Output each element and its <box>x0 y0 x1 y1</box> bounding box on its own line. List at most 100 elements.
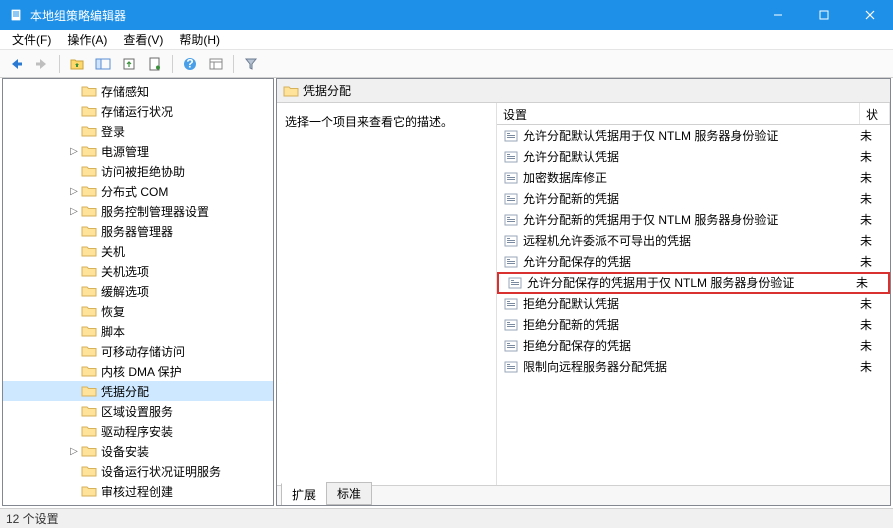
tree-item[interactable]: 访问被拒绝协助 <box>3 161 273 181</box>
tree-item[interactable]: 登录 <box>3 121 273 141</box>
toolbar: ? <box>0 50 893 78</box>
tree-item-label: 区域设置服务 <box>101 403 173 420</box>
tree-item-label: 存储感知 <box>101 83 149 100</box>
tree-item[interactable]: ▷ 电源管理 <box>3 141 273 161</box>
folder-icon <box>81 223 97 239</box>
setting-state: 未 <box>856 274 886 291</box>
up-button[interactable] <box>65 53 89 75</box>
tree-item[interactable]: 关机 <box>3 241 273 261</box>
tree-item[interactable]: 内核 DMA 保护 <box>3 361 273 381</box>
tree-item[interactable]: 凭据分配 <box>3 381 273 401</box>
policy-icon <box>503 171 519 185</box>
tree-item[interactable]: 存储感知 <box>3 81 273 101</box>
forward-button[interactable] <box>30 53 54 75</box>
details-pane: 凭据分配 选择一个项目来查看它的描述。 设置 状 允许分配默认凭据用于仅 NTL… <box>276 78 891 506</box>
menu-view[interactable]: 查看(V) <box>115 29 171 50</box>
tree-item-label: 缓解选项 <box>101 283 149 300</box>
tree-item[interactable]: ▷设备安装 <box>3 441 273 461</box>
back-button[interactable] <box>4 53 28 75</box>
tree-item[interactable]: 恢复 <box>3 301 273 321</box>
list-row[interactable]: 允许分配默认凭据用于仅 NTLM 服务器身份验证未 <box>497 125 890 146</box>
toolbar-separator <box>172 55 173 73</box>
setting-name: 允许分配新的凭据 <box>523 190 860 207</box>
export-list-button[interactable] <box>117 53 141 75</box>
setting-name: 限制向远程服务器分配凭据 <box>523 358 860 375</box>
tree-item[interactable]: 区域设置服务 <box>3 401 273 421</box>
menu-action[interactable]: 操作(A) <box>59 29 115 50</box>
svg-text:?: ? <box>186 57 193 71</box>
column-state[interactable]: 状 <box>860 103 890 124</box>
toolbar-separator <box>59 55 60 73</box>
properties-button[interactable] <box>204 53 228 75</box>
show-hide-tree-button[interactable] <box>91 53 115 75</box>
column-setting[interactable]: 设置 <box>497 103 860 124</box>
expand-icon[interactable]: ▷ <box>67 206 81 217</box>
setting-name: 拒绝分配新的凭据 <box>523 316 860 333</box>
tree-item-label: 访问被拒绝协助 <box>101 163 185 180</box>
folder-icon <box>81 443 97 459</box>
setting-name: 拒绝分配默认凭据 <box>523 295 860 312</box>
tree-item-label: 分布式 COM <box>101 183 168 200</box>
list-row[interactable]: 允许分配新的凭据未 <box>497 188 890 209</box>
list-row[interactable]: 允许分配新的凭据用于仅 NTLM 服务器身份验证未 <box>497 209 890 230</box>
list-row[interactable]: 拒绝分配保存的凭据未 <box>497 335 890 356</box>
policy-icon <box>507 276 523 290</box>
close-button[interactable] <box>847 0 893 30</box>
list-header: 设置 状 <box>497 103 890 125</box>
filter-button[interactable] <box>239 53 263 75</box>
tree-item[interactable]: 存储运行状况 <box>3 101 273 121</box>
tab-standard[interactable]: 标准 <box>326 482 372 505</box>
setting-name: 拒绝分配保存的凭据 <box>523 337 860 354</box>
list-row[interactable]: 拒绝分配默认凭据未 <box>497 293 890 314</box>
setting-name: 允许分配默认凭据用于仅 NTLM 服务器身份验证 <box>523 127 860 144</box>
policy-icon <box>503 234 519 248</box>
menu-file[interactable]: 文件(F) <box>4 29 59 50</box>
tree-item[interactable]: 审核过程创建 <box>3 481 273 501</box>
tree-item[interactable]: 关机选项 <box>3 261 273 281</box>
description-text: 选择一个项目来查看它的描述。 <box>285 115 453 129</box>
list-row[interactable]: 加密数据库修正未 <box>497 167 890 188</box>
navigation-tree[interactable]: 存储感知存储运行状况登录 ▷ 电源管理访问被拒绝协助 ▷ 分布式 COM▷服务控制管理器… <box>2 78 274 506</box>
minimize-button[interactable] <box>755 0 801 30</box>
expand-icon[interactable]: ▷ <box>67 146 81 157</box>
setting-state: 未 <box>860 295 890 312</box>
list-row[interactable]: 允许分配保存的凭据未 <box>497 251 890 272</box>
help-button[interactable]: ? <box>178 53 202 75</box>
tree-item-label: 电源管理 <box>101 143 149 160</box>
list-row[interactable]: 拒绝分配新的凭据未 <box>497 314 890 335</box>
folder-icon <box>81 363 97 379</box>
policy-icon <box>503 339 519 353</box>
list-rows[interactable]: 允许分配默认凭据用于仅 NTLM 服务器身份验证未允许分配默认凭据未加密数据库修… <box>497 125 890 485</box>
refresh-button[interactable] <box>143 53 167 75</box>
list-row[interactable]: 允许分配保存的凭据用于仅 NTLM 服务器身份验证未 <box>497 272 890 293</box>
details-body: 选择一个项目来查看它的描述。 设置 状 允许分配默认凭据用于仅 NTLM 服务器… <box>277 103 890 485</box>
policy-icon <box>503 150 519 164</box>
folder-icon <box>81 183 97 199</box>
tree-item[interactable]: 设备运行状况证明服务 <box>3 461 273 481</box>
tab-extended[interactable]: 扩展 <box>281 483 327 506</box>
tree-item[interactable]: 脚本 <box>3 321 273 341</box>
list-row[interactable]: 允许分配默认凭据未 <box>497 146 890 167</box>
expand-icon[interactable]: ▷ <box>67 186 81 197</box>
folder-icon <box>81 483 97 499</box>
tree-item[interactable]: 驱动程序安装 <box>3 421 273 441</box>
tree-item[interactable]: ▷服务控制管理器设置 <box>3 201 273 221</box>
statusbar: 12 个设置 <box>0 508 893 528</box>
setting-state: 未 <box>860 316 890 333</box>
tree-item[interactable]: 可移动存储访问 <box>3 341 273 361</box>
setting-state: 未 <box>860 190 890 207</box>
settings-list: 设置 状 允许分配默认凭据用于仅 NTLM 服务器身份验证未允许分配默认凭据未加… <box>497 103 890 485</box>
titlebar: 本地组策略编辑器 <box>0 0 893 30</box>
list-row[interactable]: 限制向远程服务器分配凭据未 <box>497 356 890 377</box>
folder-icon <box>81 343 97 359</box>
list-row[interactable]: 远程机允许委派不可导出的凭据未 <box>497 230 890 251</box>
expand-icon[interactable]: ▷ <box>67 446 81 457</box>
folder-icon <box>81 423 97 439</box>
tree-item[interactable]: ▷ 分布式 COM <box>3 181 273 201</box>
tree-item[interactable]: 服务器管理器 <box>3 221 273 241</box>
folder-icon <box>81 403 97 419</box>
tree-item[interactable]: 缓解选项 <box>3 281 273 301</box>
tree-item-label: 服务器管理器 <box>101 223 173 240</box>
menu-help[interactable]: 帮助(H) <box>171 29 228 50</box>
maximize-button[interactable] <box>801 0 847 30</box>
